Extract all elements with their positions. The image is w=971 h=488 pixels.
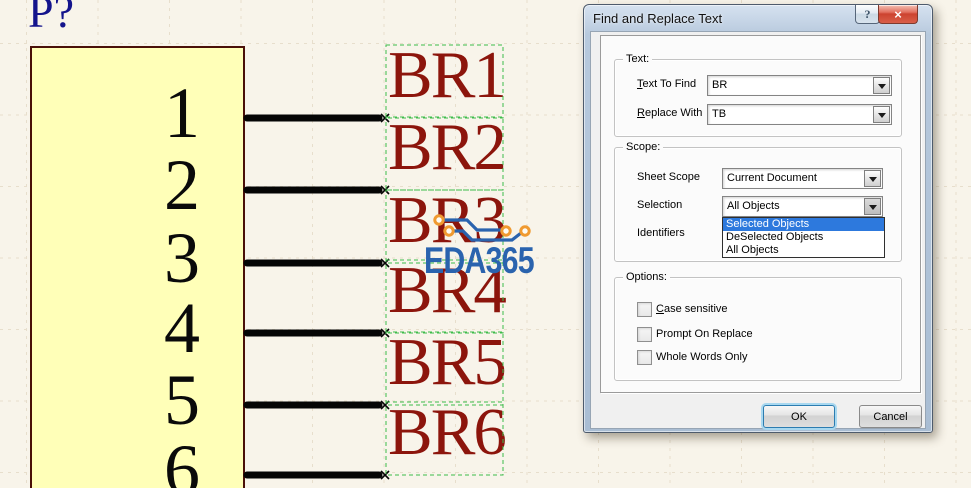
dropdown-button[interactable] bbox=[864, 170, 881, 187]
find-replace-dialog: Find and Replace Text ? × Text: Text To … bbox=[583, 4, 933, 433]
watermark-logo: EDA365 bbox=[424, 240, 535, 281]
options-group-caption: Options: bbox=[623, 271, 670, 283]
options-group: Options: Case sensitive Prompt On Replac… bbox=[614, 271, 902, 381]
dialog-panel: Text: Text To Find BR Replace With TB Sc… bbox=[600, 35, 921, 393]
replace-with-label: Replace With bbox=[637, 107, 703, 119]
scope-group: Scope: Sheet Scope Current Document Sele… bbox=[614, 141, 902, 262]
pin-number[interactable]: 3 bbox=[100, 222, 200, 294]
dropdown-button[interactable] bbox=[873, 77, 890, 94]
schematic-editor-canvas[interactable]: P? 1 2 3 4 5 6 BR1 BR2 BR3 BR4 BR5 BR6 E… bbox=[0, 0, 971, 488]
selection-value: All Objects bbox=[727, 200, 780, 212]
identifiers-label: Identifiers bbox=[637, 227, 685, 239]
dropdown-item-all-objects[interactable]: All Objects bbox=[723, 244, 884, 257]
net-label[interactable]: BR2 bbox=[388, 114, 507, 181]
pin-number[interactable]: 1 bbox=[100, 77, 200, 149]
replace-with-combobox[interactable]: TB bbox=[707, 104, 892, 125]
text-to-find-value: BR bbox=[712, 79, 728, 91]
prompt-on-replace-label[interactable]: Prompt On Replace bbox=[656, 328, 753, 341]
close-icon: × bbox=[894, 6, 902, 22]
pin-number[interactable]: 4 bbox=[100, 292, 200, 364]
scope-group-caption: Scope: bbox=[623, 141, 664, 153]
sheet-scope-combobox[interactable]: Current Document bbox=[722, 168, 883, 189]
whole-words-only-label[interactable]: Whole Words Only bbox=[656, 351, 748, 364]
pin-number[interactable]: 2 bbox=[100, 149, 200, 221]
prompt-on-replace-checkbox[interactable] bbox=[637, 327, 652, 342]
dialog-title: Find and Replace Text bbox=[593, 11, 723, 26]
text-group-caption: Text: bbox=[623, 53, 653, 65]
close-button[interactable]: × bbox=[878, 5, 918, 24]
chevron-down-icon bbox=[868, 204, 877, 214]
replace-with-value: TB bbox=[712, 108, 727, 120]
chevron-down-icon bbox=[877, 83, 886, 93]
dialog-client-area: Text: Text To Find BR Replace With TB Sc… bbox=[590, 31, 926, 429]
help-icon: ? bbox=[864, 6, 871, 21]
sheet-scope-label: Sheet Scope bbox=[637, 171, 700, 183]
text-to-find-label: Text To Find bbox=[637, 78, 697, 90]
pin-number[interactable]: 5 bbox=[100, 364, 200, 436]
chevron-down-icon bbox=[868, 176, 877, 186]
chevron-down-icon bbox=[877, 112, 886, 122]
net-label[interactable]: BR6 bbox=[388, 399, 507, 466]
whole-words-only-checkbox[interactable] bbox=[637, 350, 652, 365]
component-designator[interactable]: P? bbox=[28, 0, 74, 35]
dropdown-item-deselected-objects[interactable]: DeSelected Objects bbox=[723, 231, 884, 244]
text-group: Text: Text To Find BR Replace With TB bbox=[614, 53, 902, 137]
case-sensitive-label[interactable]: Case sensitive bbox=[656, 303, 728, 316]
dropdown-button[interactable] bbox=[873, 106, 890, 123]
dropdown-item-selected-objects[interactable]: Selected Objects bbox=[723, 218, 884, 231]
help-button[interactable]: ? bbox=[855, 5, 880, 24]
dialog-titlebar[interactable]: Find and Replace Text ? × bbox=[584, 5, 932, 31]
dropdown-button[interactable] bbox=[864, 198, 881, 215]
selection-combobox[interactable]: All Objects bbox=[722, 196, 883, 217]
sheet-scope-value: Current Document bbox=[727, 172, 817, 184]
pin-number[interactable]: 6 bbox=[100, 434, 200, 488]
case-sensitive-checkbox[interactable] bbox=[637, 302, 652, 317]
ok-button[interactable]: OK bbox=[763, 405, 835, 428]
selection-dropdown-list: Selected Objects DeSelected Objects All … bbox=[722, 217, 885, 258]
cancel-button[interactable]: Cancel bbox=[859, 405, 922, 428]
text-to-find-combobox[interactable]: BR bbox=[707, 75, 892, 96]
selection-label: Selection bbox=[637, 199, 683, 211]
net-label[interactable]: BR1 bbox=[388, 42, 507, 109]
net-label[interactable]: BR5 bbox=[388, 329, 507, 396]
